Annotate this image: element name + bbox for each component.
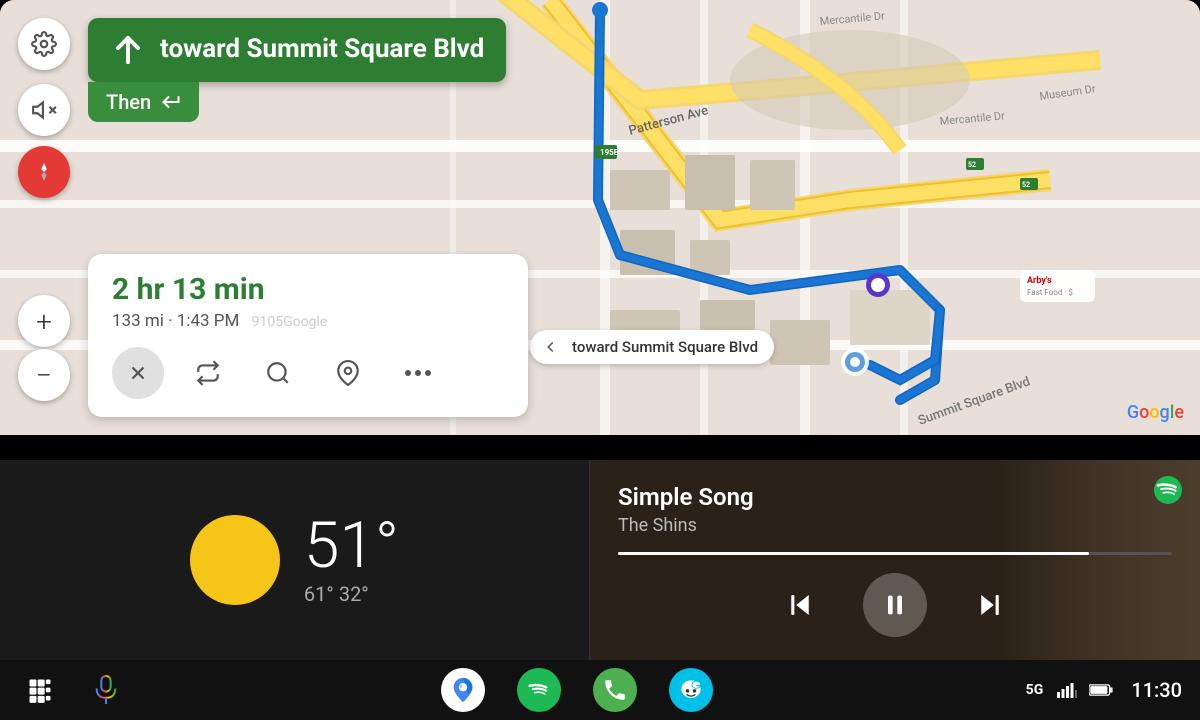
weather-range: 61° 32° bbox=[304, 582, 369, 606]
zoom-controls: + − bbox=[18, 295, 70, 401]
current-time: 11:30 bbox=[1131, 678, 1182, 702]
apps-button[interactable] bbox=[18, 668, 62, 712]
trip-time: 2 hr 13 min bbox=[112, 272, 504, 307]
close-route-button[interactable] bbox=[112, 347, 164, 399]
music-artist: The Shins bbox=[618, 515, 1172, 536]
taskbar-left bbox=[18, 668, 128, 712]
trip-watermark: 9105Google bbox=[252, 314, 328, 330]
bottom-section: 51° 61° 32° Simple Song The Shins bbox=[0, 460, 1200, 660]
weather-temperature: 51° bbox=[304, 514, 399, 578]
music-progress-fill bbox=[618, 552, 1089, 555]
trip-info-card: 2 hr 13 min 133 mi · 1:43 PM 9105Google bbox=[88, 254, 528, 417]
taskbar-right: 5G 11:30 bbox=[1026, 678, 1182, 702]
next-button[interactable] bbox=[975, 590, 1005, 620]
search-along-route-button[interactable] bbox=[252, 347, 304, 399]
previous-button[interactable] bbox=[785, 590, 815, 620]
weather-low: 32° bbox=[339, 582, 369, 606]
direction-main[interactable]: toward Summit Square Blvd bbox=[88, 18, 506, 82]
trip-actions bbox=[112, 347, 504, 399]
microphone-button[interactable] bbox=[84, 668, 128, 712]
settings-button[interactable] bbox=[18, 18, 70, 70]
more-options-button[interactable] bbox=[392, 347, 444, 399]
direction-text: toward Summit Square Blvd bbox=[160, 34, 484, 65]
phone-app-icon[interactable] bbox=[593, 668, 637, 712]
google-watermark: Google bbox=[1127, 402, 1184, 423]
route-label-text: toward Summit Square Blvd bbox=[572, 338, 758, 356]
routes-button[interactable] bbox=[182, 347, 234, 399]
svg-text:52: 52 bbox=[1022, 181, 1030, 189]
music-controls bbox=[618, 573, 1172, 637]
trip-separator: · bbox=[168, 311, 177, 331]
mute-button[interactable] bbox=[18, 84, 70, 136]
trip-details: 133 mi · 1:43 PM 9105Google bbox=[112, 311, 504, 331]
svg-text:52: 52 bbox=[968, 161, 976, 169]
sun-icon bbox=[190, 515, 280, 605]
navigation-banner: toward Summit Square Blvd Then bbox=[88, 18, 506, 122]
nav-then: Then bbox=[88, 82, 199, 122]
pause-button[interactable] bbox=[863, 573, 927, 637]
then-label: Then bbox=[106, 90, 151, 114]
route-label: toward Summit Square Blvd bbox=[530, 330, 774, 364]
taskbar: 5G 11:30 bbox=[0, 660, 1200, 720]
weather-high: 61° bbox=[304, 582, 334, 606]
svg-text:195B: 195B bbox=[600, 148, 619, 157]
weather-panel: 51° 61° 32° bbox=[0, 460, 590, 660]
maps-app-icon[interactable] bbox=[441, 668, 485, 712]
taskbar-center bbox=[128, 668, 1026, 712]
spotify-app-icon[interactable] bbox=[517, 668, 561, 712]
trip-eta: 1:43 PM bbox=[177, 311, 240, 331]
compass-button[interactable] bbox=[18, 146, 70, 198]
trip-distance: 133 mi bbox=[112, 311, 164, 331]
svg-text:Arby's: Arby's bbox=[1027, 276, 1052, 286]
weather-info: 51° 61° 32° bbox=[304, 514, 399, 606]
map-controls bbox=[18, 18, 70, 198]
zoom-out-button[interactable]: − bbox=[18, 349, 70, 401]
music-panel: Simple Song The Shins bbox=[590, 460, 1200, 660]
music-progress-bar[interactable] bbox=[618, 552, 1172, 555]
waze-app-icon[interactable] bbox=[669, 668, 713, 712]
map-section: Arby's Fast Food · $ 195B 52 52 Patterso… bbox=[0, 0, 1200, 435]
signal-indicator: 5G bbox=[1026, 682, 1044, 698]
zoom-in-button[interactable]: + bbox=[18, 295, 70, 347]
music-title: Simple Song bbox=[618, 483, 1172, 511]
svg-text:Fast Food · $: Fast Food · $ bbox=[1027, 288, 1073, 297]
add-stop-button[interactable] bbox=[322, 347, 374, 399]
music-info: Simple Song The Shins bbox=[618, 483, 1172, 637]
